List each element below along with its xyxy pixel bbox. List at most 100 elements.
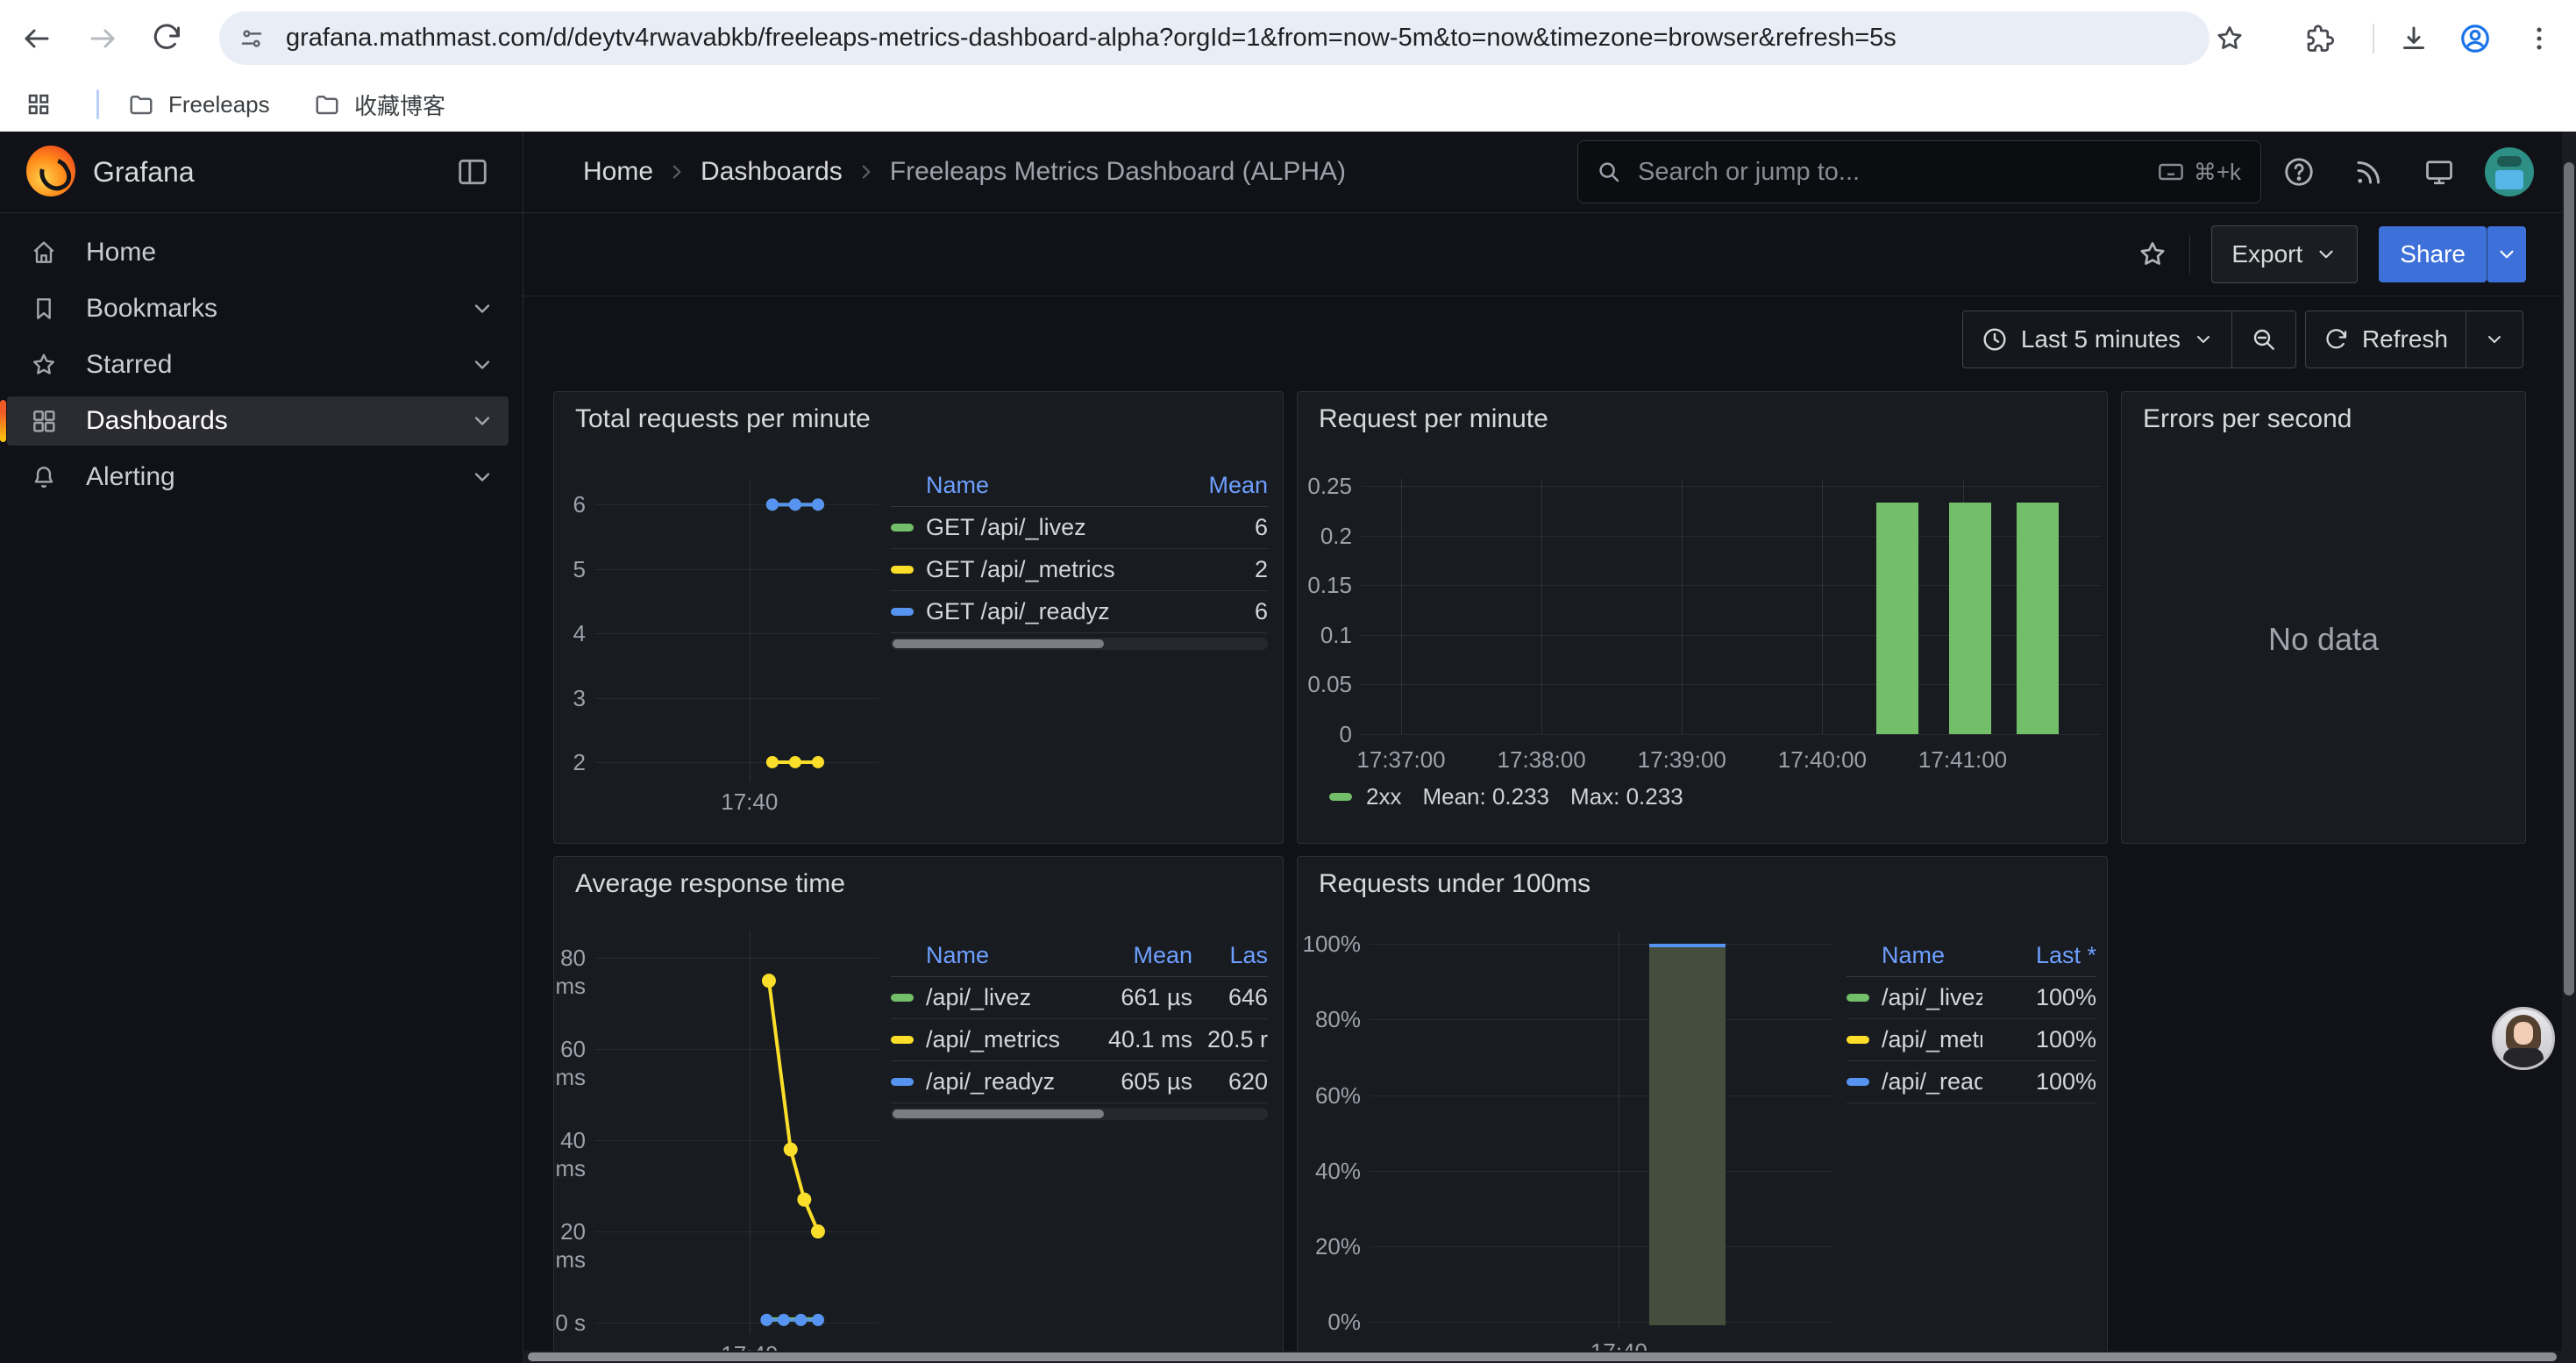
grafana-header: Grafana Home Dashboards Freeleaps Metric…: [0, 132, 2576, 213]
assistant-avatar[interactable]: [2492, 1007, 2555, 1070]
legend-row[interactable]: /api/_livez100%: [1847, 977, 2096, 1019]
news-rss-icon[interactable]: [2350, 153, 2388, 191]
legend-column-header[interactable]: Last *: [1982, 942, 2096, 969]
y-axis-tick-label: 0.25: [1298, 472, 1352, 500]
x-axis-tick-label: 17:41:00: [1884, 746, 2042, 774]
legend-row[interactable]: /api/_livez661 µs646: [891, 977, 1268, 1019]
legend-column-header[interactable]: Las: [1192, 942, 1268, 969]
forward-icon[interactable]: [83, 19, 122, 58]
url-bar[interactable]: grafana.mathmast.com/d/deytv4rwavabkb/fr…: [219, 11, 2210, 65]
favorite-star-icon[interactable]: [2137, 239, 2168, 270]
legend-cell-name: /api/_readyz: [926, 1068, 1061, 1095]
refresh-interval-dropdown[interactable]: [2466, 311, 2523, 368]
scrollbar-thumb[interactable]: [893, 639, 1104, 648]
reload-icon[interactable]: [147, 19, 186, 58]
extensions-icon[interactable]: [2300, 19, 2338, 58]
legend-h-scrollbar[interactable]: [891, 1108, 1268, 1120]
scrollbar-thumb[interactable]: [893, 1110, 1104, 1118]
monitor-icon[interactable]: [2420, 153, 2459, 191]
scrollbar-thumb[interactable]: [2564, 162, 2574, 995]
chevron-down-icon[interactable]: [470, 353, 495, 377]
legend-row[interactable]: /api/_readyz100%: [1847, 1061, 2096, 1103]
y-axis-tick-label: 0 s: [554, 1309, 586, 1337]
legend-cell-value: 2: [1163, 556, 1268, 583]
legend-cell-name: GET /api/_metrics: [926, 556, 1163, 583]
share-button[interactable]: Share: [2379, 226, 2487, 282]
chart-legend[interactable]: 2xx Mean: 0.233 Max: 0.233: [1329, 783, 1683, 810]
legend-column-header[interactable]: Name: [1882, 942, 1982, 969]
time-range-picker[interactable]: Last 5 minutes: [1963, 311, 2231, 368]
sidebar-item-label: Bookmarks: [86, 294, 217, 324]
legend-table: NameLast * /api/_livez100%/api/_metrics10…: [1847, 934, 2096, 1103]
search-input[interactable]: Search or jump to... ⌘+k: [1577, 140, 2261, 203]
chevron-down-icon[interactable]: [470, 465, 495, 489]
sidebar-item-starred[interactable]: Starred: [7, 340, 509, 389]
legend-row[interactable]: /api/_metrics100%: [1847, 1019, 2096, 1061]
breadcrumb-current: Freeleaps Metrics Dashboard (ALPHA): [890, 157, 1346, 187]
help-icon[interactable]: [2280, 153, 2318, 191]
bookmark-star-icon[interactable]: [2210, 19, 2249, 58]
search-icon: [1596, 159, 1622, 185]
breadcrumb-dashboards[interactable]: Dashboards: [701, 157, 843, 187]
refresh-button[interactable]: Refresh: [2306, 311, 2466, 368]
folder-icon: [128, 91, 154, 118]
series-color-chip: [891, 524, 914, 532]
share-button-group: Share: [2379, 226, 2526, 282]
chevron-down-icon[interactable]: [470, 296, 495, 321]
legend-h-scrollbar[interactable]: [891, 638, 1268, 650]
download-icon[interactable]: [2395, 19, 2433, 58]
legend-row[interactable]: GET /api/_metrics2: [891, 549, 1268, 591]
legend-row[interactable]: GET /api/_readyz6: [891, 591, 1268, 633]
sidebar-item-dashboards[interactable]: Dashboards: [7, 396, 509, 446]
series-color-chip: [1847, 1036, 1869, 1044]
legend-cell-name: GET /api/_readyz: [926, 598, 1163, 625]
y-axis-tick-label: 60%: [1298, 1081, 1361, 1110]
scrollbar-thumb[interactable]: [528, 1352, 2557, 1361]
legend-row[interactable]: GET /api/_livez6: [891, 507, 1268, 549]
sidebar-item-alerting[interactable]: Alerting: [7, 453, 509, 502]
y-axis-tick-label: 0%: [1298, 1308, 1361, 1336]
bookmarks-bar: Freeleaps 收藏博客: [0, 77, 2576, 132]
user-avatar[interactable]: [2485, 147, 2534, 196]
legend-column-header[interactable]: Mean: [1061, 942, 1192, 969]
sidebar-item-home[interactable]: Home: [7, 228, 509, 277]
back-icon[interactable]: [18, 19, 56, 58]
export-button[interactable]: Export: [2211, 225, 2358, 283]
legend-column-header[interactable]: Name: [926, 472, 1163, 499]
profile-icon[interactable]: [2456, 19, 2494, 58]
horizontal-scrollbar[interactable]: [523, 1351, 2562, 1363]
gridline-y: [1370, 1322, 1833, 1323]
brand-zone: Grafana: [0, 132, 523, 212]
sidebar-item-bookmarks[interactable]: Bookmarks: [7, 284, 509, 333]
chevron-down-icon: [2484, 329, 2505, 350]
share-dropdown-button[interactable]: [2487, 226, 2526, 282]
apps-grid-icon[interactable]: [19, 85, 58, 124]
chevron-down-icon[interactable]: [470, 409, 495, 433]
legend-column-header[interactable]: Mean: [1163, 472, 1268, 499]
chart-requests-under-100ms[interactable]: 100%80%60%40%20%0%17:40: [1298, 857, 2107, 1351]
bookmark-folder-blogs[interactable]: 收藏博客: [302, 84, 458, 125]
chart-request-per-minute[interactable]: 0.250.20.150.10.05017:37:0017:38:0017:39…: [1298, 392, 2107, 843]
search-placeholder: Search or jump to...: [1638, 158, 2157, 187]
menu-icon[interactable]: [2520, 19, 2558, 58]
legend-row[interactable]: /api/_readyz605 µs620: [891, 1061, 1268, 1103]
zoom-out-button[interactable]: [2232, 311, 2295, 368]
breadcrumb: Home Dashboards Freeleaps Metrics Dashbo…: [583, 132, 1346, 212]
vertical-scrollbar[interactable]: [2562, 132, 2576, 1363]
breadcrumb-home[interactable]: Home: [583, 157, 653, 187]
legend-row[interactable]: /api/_metrics40.1 ms20.5 r: [891, 1019, 1268, 1061]
sidebar-item-label: Home: [86, 238, 156, 268]
legend-cell-value: 620: [1192, 1068, 1268, 1095]
bell-icon: [30, 463, 58, 491]
legend-cell-name: /api/_livez: [926, 984, 1061, 1011]
legend-cell-value: 605 µs: [1061, 1068, 1192, 1095]
y-axis-tick-label: 60 ms: [554, 1035, 586, 1091]
legend-column-header[interactable]: Name: [926, 942, 1061, 969]
tune-icon[interactable]: [238, 25, 265, 52]
grafana-logo[interactable]: [26, 146, 75, 196]
refresh-icon: [2323, 326, 2350, 353]
star-icon: [30, 351, 58, 379]
bookmark-folder-freeleaps[interactable]: Freeleaps: [116, 84, 282, 125]
sidebar-toggle-icon[interactable]: [456, 155, 489, 189]
legend-cell-value: 100%: [1982, 1026, 2096, 1053]
